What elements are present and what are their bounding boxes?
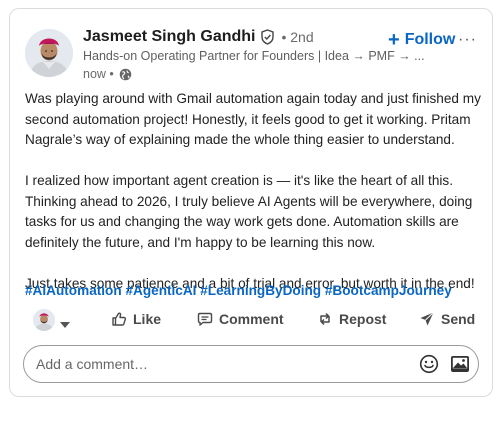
hashtag-link[interactable]: #AIAutomation bbox=[25, 283, 122, 298]
comment-button[interactable]: Comment bbox=[197, 311, 284, 327]
verified-shield-icon bbox=[260, 29, 275, 45]
follow-label: Follow bbox=[404, 31, 456, 48]
send-icon bbox=[420, 312, 434, 326]
hashtag-link[interactable]: #AgenticAI bbox=[125, 283, 196, 298]
hashtags: #AIAutomation #AgenticAI #LearningByDoin… bbox=[25, 283, 485, 298]
emoji-icon[interactable] bbox=[419, 354, 439, 379]
post-paragraph: I realized how important agent creation … bbox=[25, 173, 473, 250]
image-icon[interactable] bbox=[450, 355, 470, 378]
post-timestamp: now • bbox=[83, 67, 114, 81]
repost-label: Repost bbox=[339, 311, 387, 327]
repost-icon bbox=[320, 312, 330, 326]
send-label: Send bbox=[441, 311, 476, 327]
comment-icon bbox=[197, 312, 213, 326]
comment-box bbox=[23, 345, 479, 383]
follow-button[interactable]: + Follow bbox=[388, 30, 455, 50]
hashtag-link[interactable]: #BootcampJourney bbox=[325, 283, 452, 298]
author-avatar[interactable] bbox=[25, 29, 73, 77]
post-body: Was playing around with Gmail automation… bbox=[25, 89, 485, 315]
reaction-avatar[interactable] bbox=[33, 309, 55, 331]
action-bar: Like Comment Repost Send bbox=[25, 305, 480, 337]
post-card: Jasmeet Singh Gandhi • 2nd Hands-on Oper… bbox=[9, 8, 493, 397]
like-icon bbox=[112, 312, 127, 326]
post-paragraph: Was playing around with Gmail automation… bbox=[25, 91, 481, 147]
send-button[interactable]: Send bbox=[419, 311, 475, 327]
author-name[interactable]: Jasmeet Singh Gandhi bbox=[83, 28, 255, 46]
post-time-row: now • bbox=[83, 67, 132, 81]
author-name-row: Jasmeet Singh Gandhi • 2nd bbox=[83, 28, 314, 46]
like-label: Like bbox=[133, 311, 162, 327]
like-button[interactable]: Like bbox=[111, 311, 161, 327]
caret-down-icon[interactable] bbox=[60, 315, 70, 333]
connection-degree: • 2nd bbox=[281, 29, 314, 45]
more-options-button[interactable]: ··· bbox=[458, 31, 477, 49]
plus-icon: + bbox=[388, 29, 400, 51]
hashtag-link[interactable]: #LearningByDoing bbox=[200, 283, 321, 298]
globe-icon bbox=[119, 68, 132, 81]
author-headline: Hands-on Operating Partner for Founders … bbox=[83, 49, 425, 63]
comment-label: Comment bbox=[219, 311, 284, 327]
comment-input[interactable] bbox=[34, 346, 394, 382]
repost-button[interactable]: Repost bbox=[317, 311, 386, 327]
